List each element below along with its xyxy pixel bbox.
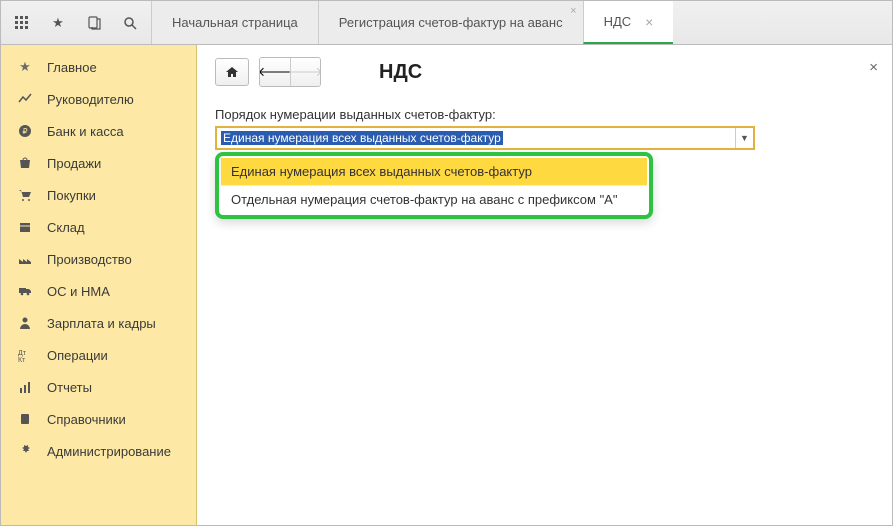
tab-start[interactable]: Начальная страница bbox=[151, 1, 318, 44]
close-icon[interactable]: × bbox=[869, 59, 878, 76]
back-button[interactable]: 🡐 bbox=[260, 58, 290, 86]
bag-icon bbox=[17, 155, 33, 171]
dropdown-option[interactable]: Единая нумерация всех выданных счетов-фа… bbox=[221, 158, 647, 185]
home-button[interactable] bbox=[215, 58, 249, 86]
close-icon[interactable]: × bbox=[645, 14, 653, 30]
combobox-text: Единая нумерация всех выданных счетов-фа… bbox=[217, 128, 735, 148]
apps-icon[interactable] bbox=[7, 8, 37, 38]
tab-registration[interactable]: Регистрация счетов-фактур на аванс × bbox=[318, 1, 583, 44]
sidebar-item-warehouse[interactable]: Склад bbox=[1, 211, 196, 243]
sidebar-item-reports[interactable]: Отчеты bbox=[1, 371, 196, 403]
numbering-combobox[interactable]: Единая нумерация всех выданных счетов-фа… bbox=[215, 126, 755, 150]
gear-icon bbox=[17, 443, 33, 459]
sidebar-item-label: Главное bbox=[47, 60, 97, 75]
sidebar: ★ Главное Руководителю ₽ Банк и касса Прод… bbox=[1, 45, 197, 525]
close-icon[interactable]: × bbox=[570, 5, 576, 17]
sidebar-item-label: Производство bbox=[47, 252, 132, 267]
sidebar-item-label: Руководителю bbox=[47, 92, 134, 107]
search-icon[interactable] bbox=[115, 8, 145, 38]
factory-icon bbox=[17, 251, 33, 267]
ruble-icon: ₽ bbox=[17, 123, 33, 139]
report-icon bbox=[17, 379, 33, 395]
sidebar-item-catalogs[interactable]: Справочники bbox=[1, 403, 196, 435]
sidebar-item-admin[interactable]: Администрирование bbox=[1, 435, 196, 467]
sidebar-item-purchases[interactable]: Покупки bbox=[1, 179, 196, 211]
sidebar-item-label: Справочники bbox=[47, 412, 126, 427]
tab-label: Начальная страница bbox=[172, 15, 298, 30]
history-icon[interactable] bbox=[79, 8, 109, 38]
nav-arrows: 🡐 🡒 bbox=[259, 57, 321, 87]
svg-text:Кт: Кт bbox=[18, 357, 26, 362]
dropdown-panel: Единая нумерация всех выданных счетов-фа… bbox=[215, 152, 653, 219]
tab-label: НДС bbox=[604, 14, 632, 29]
sidebar-item-bank[interactable]: ₽ Банк и касса bbox=[1, 115, 196, 147]
sidebar-item-label: Склад bbox=[47, 220, 85, 235]
sidebar-item-label: ОС и НМА bbox=[47, 284, 110, 299]
combobox-value: Единая нумерация всех выданных счетов-фа… bbox=[221, 131, 503, 145]
sidebar-item-main[interactable]: ★ Главное bbox=[1, 51, 196, 83]
sidebar-item-hr[interactable]: Зарплата и кадры bbox=[1, 307, 196, 339]
sidebar-item-label: Операции bbox=[47, 348, 108, 363]
sidebar-item-sales[interactable]: Продажи bbox=[1, 147, 196, 179]
forward-button[interactable]: 🡒 bbox=[290, 58, 320, 86]
book-icon bbox=[17, 411, 33, 427]
box-icon bbox=[17, 219, 33, 235]
tab-label: Регистрация счетов-фактур на аванс bbox=[339, 15, 563, 30]
content-toolbar: 🡐 🡒 НДС bbox=[215, 57, 874, 87]
tab-nds[interactable]: НДС × bbox=[583, 1, 674, 44]
sidebar-item-manager[interactable]: Руководителю bbox=[1, 83, 196, 115]
tool-strip: ★ bbox=[1, 1, 151, 44]
field-label: Порядок нумерации выданных счетов-фактур… bbox=[215, 107, 874, 122]
sidebar-item-label: Банк и касса bbox=[47, 124, 124, 139]
person-icon bbox=[17, 315, 33, 331]
svg-text:₽: ₽ bbox=[22, 127, 27, 136]
sidebar-item-label: Администрирование bbox=[47, 444, 171, 459]
sidebar-item-label: Зарплата и кадры bbox=[47, 316, 156, 331]
main-area: ★ Главное Руководителю ₽ Банк и касса Прод… bbox=[1, 45, 892, 525]
sidebar-item-operations[interactable]: ДтКт Операции bbox=[1, 339, 196, 371]
cart-icon bbox=[17, 187, 33, 203]
star-icon: ★ bbox=[17, 59, 33, 75]
svg-text:Дт: Дт bbox=[18, 350, 27, 357]
sidebar-item-label: Отчеты bbox=[47, 380, 92, 395]
sidebar-item-production[interactable]: Производство bbox=[1, 243, 196, 275]
ops-icon: ДтКт bbox=[17, 347, 33, 363]
chart-icon bbox=[17, 91, 33, 107]
topbar: ★ Начальная страница Регистрация счетов-… bbox=[1, 1, 892, 45]
sidebar-item-assets[interactable]: ОС и НМА bbox=[1, 275, 196, 307]
sidebar-item-label: Продажи bbox=[47, 156, 101, 171]
dropdown-option[interactable]: Отдельная нумерация счетов-фактур на ава… bbox=[221, 185, 647, 213]
page-title: НДС bbox=[379, 61, 422, 84]
truck-icon bbox=[17, 283, 33, 299]
chevron-down-icon[interactable]: ▼ bbox=[735, 128, 753, 148]
content-area: × 🡐 🡒 НДС Порядок нумерации выданных сче… bbox=[197, 45, 892, 525]
star-icon[interactable]: ★ bbox=[43, 8, 73, 38]
sidebar-item-label: Покупки bbox=[47, 188, 96, 203]
tabs-bar: Начальная страница Регистрация счетов-фа… bbox=[151, 1, 892, 44]
